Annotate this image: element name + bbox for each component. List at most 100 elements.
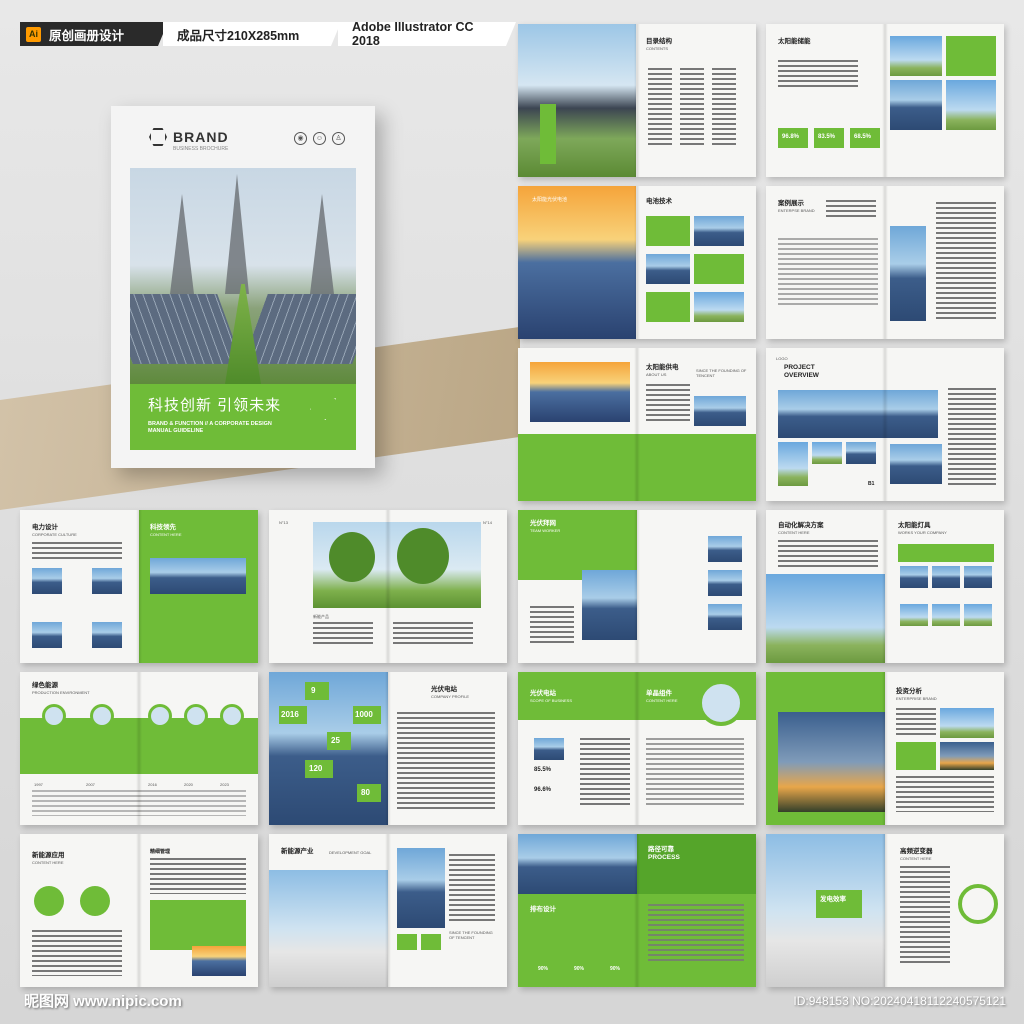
spread-title: 光伏电站 xyxy=(431,686,457,693)
spread-title: 太阳能供电 xyxy=(646,364,679,371)
timeline-year: 2007 xyxy=(86,782,95,787)
green-card xyxy=(646,216,690,246)
spread-industry: 新能源产业 DEVELOPMENT GOAL SINCE THE FOUNDIN… xyxy=(269,834,507,987)
text-block xyxy=(32,790,246,816)
hexagon-icon xyxy=(149,128,167,146)
tag-label: 成品尺寸210X285mm xyxy=(177,28,300,43)
solar-photo xyxy=(397,848,445,928)
green-card xyxy=(646,292,690,322)
photo-circle xyxy=(184,704,208,728)
spread-title: 自动化解决方案 xyxy=(778,522,824,529)
spread-sub: PROCESS xyxy=(648,854,680,861)
solar-photo xyxy=(32,568,62,594)
timeline-year: 2016 xyxy=(148,782,157,787)
spread-new-energy: 新能源应用 CONTENT HERE 精细管理 xyxy=(20,834,258,987)
cover-icons: ◉ ☺ ♙ xyxy=(294,132,345,145)
spread-battery: 太阳能光伏电池 电池技术 xyxy=(518,186,756,339)
illustrator-icon: Ai xyxy=(26,27,41,42)
solar-photo xyxy=(694,216,744,246)
logo-text: LOGO xyxy=(776,356,788,361)
panorama-photo xyxy=(778,390,938,438)
tag-original-design: Ai 原创画册设计 xyxy=(20,22,168,46)
spread-sub: ABOUT US xyxy=(646,372,667,377)
circle-graphic xyxy=(80,886,110,916)
stat-value: 68.5% xyxy=(854,134,872,140)
solar-photo xyxy=(534,738,564,760)
stat-value: 85.5% xyxy=(534,767,552,773)
green-panel xyxy=(637,834,756,894)
spread-sub: CONTENT HERE xyxy=(778,530,810,535)
spread-sub: SCOPE OF BUSINESS xyxy=(530,698,573,703)
spread-investment: 投资分析 ENTERPRISE BRAND xyxy=(766,672,1004,825)
green-label xyxy=(816,890,862,918)
page-number: N°14 xyxy=(483,520,492,525)
spread-sub: WORKS YOUR COMPANY xyxy=(898,530,947,535)
timeline-year: 2023 xyxy=(220,782,229,787)
text-block xyxy=(580,738,630,808)
spread-title: 路径可靠 xyxy=(648,846,674,853)
text-block xyxy=(393,622,473,646)
cover-subtitle: BRAND & FUNCTION // A CORPORATE DESIGN M… xyxy=(148,421,272,434)
spread-title: 高频逆变器 xyxy=(900,848,933,855)
spread-tree-heads: N°13 N°14 新能产品 xyxy=(269,510,507,663)
green-sidebar xyxy=(540,104,556,164)
icon-tile xyxy=(421,934,441,950)
text-block xyxy=(826,200,876,220)
text-block xyxy=(936,202,996,320)
solar-photo xyxy=(646,254,690,284)
cover-green-band: 科技创新 引领未来 BRAND & FUNCTION // A CORPORAT… xyxy=(130,384,356,450)
spread-modules: 光伏电站 SCOPE OF BUSINESS 单晶组件 CONTENT HERE… xyxy=(518,672,756,825)
text-block xyxy=(32,542,122,562)
solar-photo xyxy=(92,622,122,648)
timeline-year: 1997 xyxy=(34,782,43,787)
spread-contents: 目录结构 CONTENTS xyxy=(518,24,756,177)
text-block xyxy=(530,606,574,646)
spread-note: SINCE THE FOUNDING OF TENCENT xyxy=(449,930,493,940)
grid-number: 120 xyxy=(309,764,323,773)
text-block xyxy=(900,866,950,966)
person-icon: ☺ xyxy=(313,132,326,145)
photo-label: 太阳能光伏电池 xyxy=(532,197,568,203)
spread-title: 目录结构 xyxy=(646,38,672,45)
text-block xyxy=(680,68,704,148)
spread-power-design: 电力设计 CORPORATE CULTURE 科技领先 CONTENT HERE xyxy=(20,510,258,663)
spread-team: 光伏拜网 TEAM WORKER xyxy=(518,510,756,663)
brochure-cover: BRAND BUSINESS BROCHURE ◉ ☺ ♙ 科技创新 引领未来 … xyxy=(111,106,375,468)
wind-photo xyxy=(890,36,942,76)
spread-sub: CONTENT HERE xyxy=(646,698,678,703)
spread-project-overview: LOGO PROJECT OVERVIEW B1 xyxy=(766,348,1004,501)
wind-solar-photo xyxy=(766,574,885,663)
tree-head-shape xyxy=(397,528,449,584)
spread-title: 新能源产业 xyxy=(281,848,314,855)
solar-photo xyxy=(708,570,742,596)
pylon-shape xyxy=(310,194,334,294)
spread-inverter: 发电效率 高频逆变器 CONTENT HERE xyxy=(766,834,1004,987)
spread-solar-power: 太阳能供电 ABOUT US SINCE THE FOUNDING OF TEN… xyxy=(518,348,756,501)
spread-title: 投资分析 xyxy=(896,688,922,695)
timeline-year: 2020 xyxy=(184,782,193,787)
circle-graphic xyxy=(34,886,64,916)
tag-label: 原创画册设计 xyxy=(49,28,125,43)
photo-label: 发电效率 xyxy=(820,896,846,903)
text-block xyxy=(646,384,690,424)
pylon-shape xyxy=(170,194,194,294)
spread-title: 光伏拜网 xyxy=(530,520,556,527)
green-tile xyxy=(946,36,996,76)
spread-sub: CONTENTS xyxy=(646,46,668,51)
solar-panel-row xyxy=(242,294,356,364)
brand-subtitle: BUSINESS BROCHURE xyxy=(173,146,229,152)
wind-photo xyxy=(812,442,842,464)
wind-photo xyxy=(932,604,960,626)
text-block xyxy=(948,388,996,488)
spread-title: 单晶组件 xyxy=(646,690,672,697)
pylon-photo xyxy=(940,742,994,770)
spread-title: PROJECT OVERVIEW xyxy=(784,364,819,379)
solar-photo xyxy=(890,80,942,130)
grid-number: 2016 xyxy=(281,710,299,719)
text-block xyxy=(778,60,858,90)
sunset-photo xyxy=(192,946,246,976)
wind-photo xyxy=(946,80,996,130)
spread-sub: COMPANY PROFILE xyxy=(431,694,470,699)
spread-sub: CONTENT HERE xyxy=(150,532,182,537)
solar-photo xyxy=(708,536,742,562)
